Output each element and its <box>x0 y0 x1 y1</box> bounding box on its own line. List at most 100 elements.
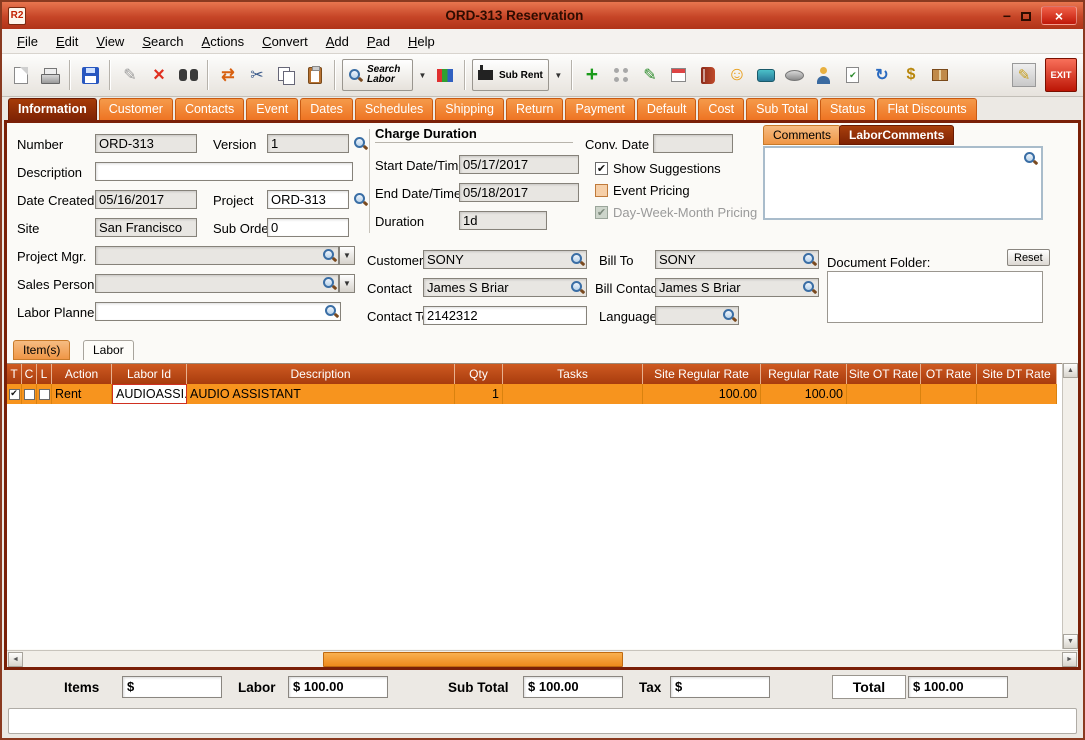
tab-contacts[interactable]: Contacts <box>175 98 244 120</box>
project-mgr-search-icon[interactable] <box>322 248 337 263</box>
project-search-icon[interactable] <box>353 192 368 207</box>
scroll-right-icon[interactable]: ► <box>1062 652 1077 667</box>
column-header-labor-id[interactable]: Labor Id <box>112 364 187 384</box>
search-labor-dropdown-icon[interactable]: ▼ <box>416 61 429 89</box>
column-header-description[interactable]: Description <box>187 364 455 384</box>
labor-planner-search-icon[interactable] <box>324 304 339 319</box>
calendar-edit-icon[interactable] <box>666 61 692 89</box>
row-t-checkbox[interactable] <box>9 389 20 400</box>
menu-file[interactable]: File <box>10 32 45 51</box>
labor-total-field[interactable]: $ 100.00 <box>288 676 388 698</box>
paste-icon[interactable] <box>302 61 328 89</box>
row-labor-id-cell[interactable]: AUDIOASSI... <box>112 384 187 404</box>
scroll-up-icon[interactable]: ▲ <box>1063 363 1078 378</box>
duration-field[interactable]: 1d <box>459 211 547 230</box>
contact-search-icon[interactable] <box>570 280 585 295</box>
bill-to-search-icon[interactable] <box>802 252 817 267</box>
contacts-icon[interactable] <box>811 61 837 89</box>
highlighter-pen-icon[interactable]: ✎ <box>1012 63 1036 87</box>
tab-cost[interactable]: Cost <box>698 98 744 120</box>
minimize-button[interactable]: − <box>1003 9 1011 23</box>
column-header-regular-rate[interactable]: Regular Rate <box>761 364 847 384</box>
maximize-button[interactable] <box>1021 9 1031 23</box>
convert-notes-icon[interactable]: ⇄ <box>215 61 241 89</box>
edit-schedule-icon[interactable]: ✎ <box>637 61 663 89</box>
column-header-site-ot-rate[interactable]: Site OT Rate <box>847 364 921 384</box>
customer-search-icon[interactable] <box>570 252 585 267</box>
tab-sub-total[interactable]: Sub Total <box>746 98 818 120</box>
vertical-scrollbar[interactable]: ▲ ▼ <box>1062 363 1078 649</box>
save-icon[interactable] <box>77 61 103 89</box>
tax-field[interactable]: $ <box>670 676 770 698</box>
menu-pad[interactable]: Pad <box>360 32 397 51</box>
tab-comments[interactable]: Comments <box>763 125 841 145</box>
row-action-cell[interactable]: Rent <box>52 384 112 404</box>
refresh-icon[interactable]: ↻ <box>869 61 895 89</box>
print-icon[interactable] <box>37 61 63 89</box>
labor-planner-field[interactable] <box>95 302 341 321</box>
labor-comments-textarea[interactable] <box>763 146 1043 220</box>
project-mgr-field[interactable] <box>95 246 339 265</box>
tab-items[interactable]: Item(s) <box>13 340 70 360</box>
row-ot-rate-cell[interactable] <box>921 384 977 404</box>
tab-labor[interactable]: Labor <box>83 340 134 360</box>
row-description-cell[interactable]: AUDIO ASSISTANT <box>187 384 455 404</box>
bill-to-field[interactable]: SONY <box>655 250 819 269</box>
sales-person-dropdown-icon[interactable]: ▼ <box>339 274 355 293</box>
close-button[interactable]: × <box>1041 6 1077 25</box>
column-header-action[interactable]: Action <box>52 364 112 384</box>
column-header-t[interactable]: T <box>7 364 22 384</box>
smiley-icon[interactable]: ☺ <box>724 61 750 89</box>
date-created-field[interactable]: 05/16/2017 <box>95 190 197 209</box>
sub-orders-field[interactable]: 0 <box>267 218 349 237</box>
row-site-dt-rate-cell[interactable] <box>977 384 1057 404</box>
tab-status[interactable]: Status <box>820 98 875 120</box>
monitor-icon[interactable] <box>753 61 779 89</box>
chart-icon[interactable] <box>432 61 458 89</box>
row-site-ot-rate-cell[interactable] <box>847 384 921 404</box>
row-l-checkbox[interactable] <box>39 389 50 400</box>
tab-payment[interactable]: Payment <box>565 98 634 120</box>
copy-icon[interactable] <box>273 61 299 89</box>
horizontal-scroll-thumb[interactable] <box>323 652 623 667</box>
cut-icon[interactable]: ✂ <box>244 61 270 89</box>
binoculars-icon[interactable] <box>175 61 201 89</box>
site-field[interactable]: San Francisco <box>95 218 197 237</box>
scroll-down-icon[interactable]: ▼ <box>1063 634 1078 649</box>
money-icon[interactable]: $ <box>898 61 924 89</box>
row-qty-cell[interactable]: 1 <box>455 384 503 404</box>
reset-button[interactable]: Reset <box>1007 249 1050 266</box>
grid-dots-icon[interactable] <box>608 61 634 89</box>
column-header-site-regular-rate[interactable]: Site Regular Rate <box>643 364 761 384</box>
bill-contact-field[interactable]: James S Briar <box>655 278 819 297</box>
phonebook-icon[interactable] <box>695 61 721 89</box>
add-icon[interactable]: + <box>579 61 605 89</box>
end-date-field[interactable]: 05/18/2017 <box>459 183 579 202</box>
menu-add[interactable]: Add <box>319 32 356 51</box>
sub-total-field[interactable]: $ 100.00 <box>523 676 623 698</box>
column-header-ot-rate[interactable]: OT Rate <box>921 364 977 384</box>
package-icon[interactable] <box>927 61 953 89</box>
ellipse-icon[interactable] <box>782 61 808 89</box>
customer-field[interactable]: SONY <box>423 250 587 269</box>
menu-edit[interactable]: Edit <box>49 32 85 51</box>
row-tasks-cell[interactable] <box>503 384 643 404</box>
comments-search-icon[interactable] <box>1023 151 1038 166</box>
menu-help[interactable]: Help <box>401 32 442 51</box>
tasklist-icon[interactable]: ✔ <box>840 61 866 89</box>
sub-rent-dropdown-icon[interactable]: ▼ <box>552 61 565 89</box>
tab-labor-comments[interactable]: LaborComments <box>839 125 954 145</box>
project-mgr-dropdown-icon[interactable]: ▼ <box>339 246 355 265</box>
table-row[interactable]: Rent AUDIOASSI... AUDIO ASSISTANT 1 100.… <box>7 384 1057 404</box>
edit-pencil-icon[interactable]: ✎ <box>117 61 143 89</box>
tab-return[interactable]: Return <box>506 98 564 120</box>
column-header-c[interactable]: C <box>22 364 37 384</box>
language-search-icon[interactable] <box>722 308 737 323</box>
show-suggestions-checkbox[interactable] <box>595 162 608 175</box>
conv-date-field[interactable] <box>653 134 733 153</box>
tab-flat-discounts[interactable]: Flat Discounts <box>877 98 976 120</box>
tab-schedules[interactable]: Schedules <box>355 98 433 120</box>
row-regular-rate-cell[interactable]: 100.00 <box>761 384 847 404</box>
tab-dates[interactable]: Dates <box>300 98 353 120</box>
column-header-l[interactable]: L <box>37 364 52 384</box>
